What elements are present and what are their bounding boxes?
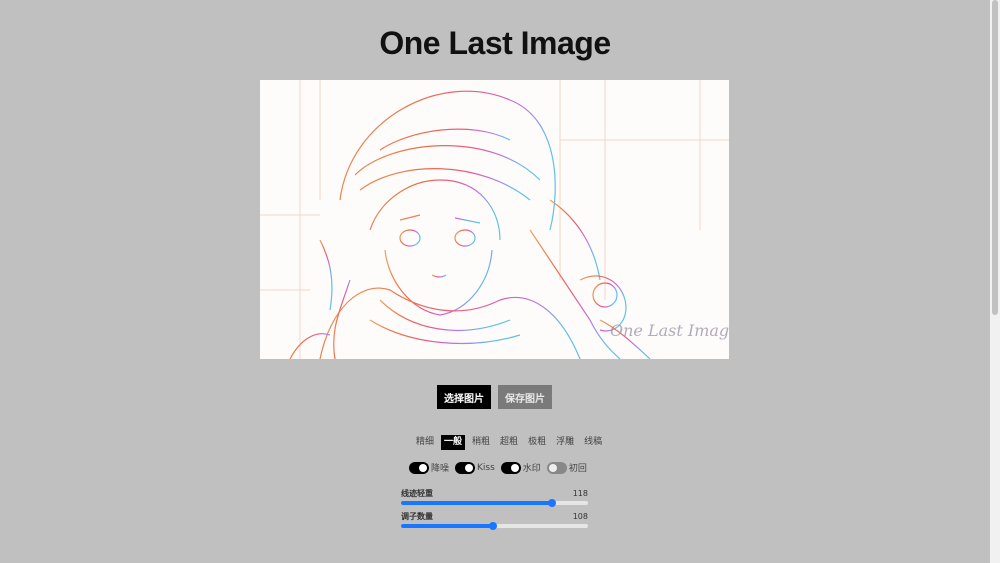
style-option[interactable]: 精细 <box>413 435 437 450</box>
image-preview: One Last Image <box>260 80 729 359</box>
style-option[interactable]: 稍粗 <box>469 435 493 450</box>
slider-line-weight-handle[interactable] <box>548 499 557 507</box>
toggle-label: 降噪 <box>431 464 450 474</box>
slider-tone-count-label: 调子数量 <box>401 512 433 521</box>
style-option[interactable]: 一般 <box>441 435 466 450</box>
option-toggles: 降噪 Kiss 水印 初回 <box>409 461 587 474</box>
slider-line-weight-fill <box>401 501 553 505</box>
sketch-illustration: One Last Image <box>260 80 729 359</box>
slider-line-weight[interactable]: 线迹轻重 118 <box>401 489 588 507</box>
watermark-text: One Last Image <box>610 321 729 340</box>
toggle-switch[interactable] <box>500 461 521 474</box>
slider-line-weight-label: 线迹轻重 <box>401 489 433 498</box>
style-option[interactable]: 线稿 <box>581 435 605 450</box>
toggle-label: 初回 <box>568 464 587 474</box>
style-option[interactable]: 超粗 <box>497 435 521 450</box>
toggle-label: 水印 <box>522 464 541 474</box>
page-title: One Last Image <box>379 25 611 61</box>
toggle-label: Kiss <box>477 462 495 473</box>
line-style-selector: 精细 一般 稍粗 超粗 极粗 浮雕 线稿 <box>413 435 605 450</box>
style-option[interactable]: 浮雕 <box>553 435 577 450</box>
toggle-switch[interactable] <box>455 461 476 474</box>
slider-tone-count-handle[interactable] <box>488 522 497 530</box>
slider-line-weight-value: 118 <box>572 489 588 498</box>
toggle-switch[interactable] <box>546 461 567 474</box>
toggle-option[interactable]: 降噪 <box>409 461 449 474</box>
toggle-option[interactable]: Kiss <box>455 461 495 474</box>
style-option[interactable]: 极粗 <box>525 435 549 450</box>
slider-line-weight-track[interactable] <box>401 499 588 507</box>
toggle-knob <box>548 463 557 472</box>
app-page: One Last Image One Last Image 选择图片 保存图片 … <box>0 0 990 563</box>
slider-tone-count[interactable]: 调子数量 108 <box>401 512 588 530</box>
toggle-knob <box>419 463 427 472</box>
toggle-option[interactable]: 水印 <box>500 461 541 474</box>
toggle-switch[interactable] <box>409 461 429 474</box>
save-image-button[interactable]: 保存图片 <box>498 385 552 409</box>
slider-tone-count-value: 108 <box>572 512 588 521</box>
slider-tone-count-track[interactable] <box>401 522 588 530</box>
slider-tone-count-fill <box>401 524 493 528</box>
scrollbar-thumb[interactable] <box>992 0 998 315</box>
toggle-knob <box>465 463 474 472</box>
toggle-option[interactable]: 初回 <box>546 461 587 474</box>
toggle-knob <box>510 463 519 472</box>
vertical-scrollbar[interactable] <box>990 0 1000 563</box>
select-image-button[interactable]: 选择图片 <box>437 385 491 409</box>
